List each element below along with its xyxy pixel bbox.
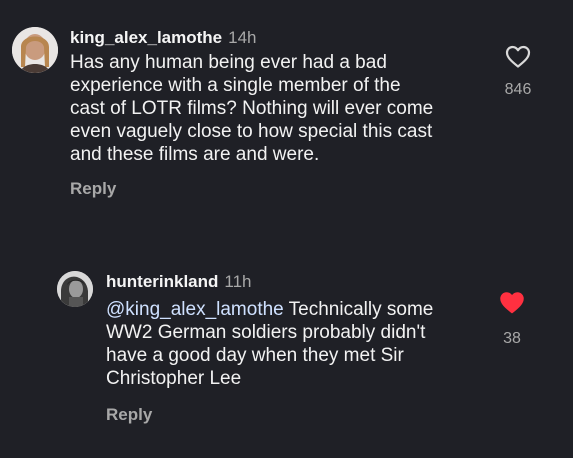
comment-line: cast of LOTR films? Nothing will ever co…: [70, 98, 434, 119]
comment-line: and these films are and were.: [70, 144, 320, 165]
like-button[interactable]: [505, 45, 531, 74]
timestamp: 11h: [224, 272, 252, 291]
comment-line: WW2 German soldiers probably didn't: [106, 322, 426, 343]
comment-text: @king_alex_lamothe Technically some WW2 …: [106, 298, 433, 390]
avatar-photo: [12, 27, 58, 73]
username[interactable]: king_alex_lamothe: [70, 28, 222, 47]
comment-header: king_alex_lamothe 14h: [70, 28, 257, 48]
comment-line: even vaguely close to how special this c…: [70, 121, 433, 142]
comment-line: have a good day when they met Sir: [106, 345, 404, 366]
reply-button[interactable]: Reply: [106, 405, 152, 425]
heart-outline-icon: [505, 45, 531, 68]
like-button[interactable]: [499, 291, 525, 320]
comment-line-rest: Technically some: [283, 299, 434, 320]
avatar-photo: [57, 271, 93, 307]
like-count: 846: [504, 81, 532, 98]
heart-filled-icon: [500, 292, 524, 314]
comment-line: @king_alex_lamothe Technically some: [106, 298, 433, 321]
comment-line: experience with a single member of the: [70, 75, 401, 96]
reply-button[interactable]: Reply: [70, 179, 116, 199]
comment-line: Has any human being ever had a bad: [70, 52, 387, 73]
mention-link[interactable]: @king_alex_lamothe: [106, 299, 284, 320]
comment-header: hunterinkland 11h: [106, 272, 252, 292]
like-count: 38: [503, 330, 521, 347]
comment-line: Christopher Lee: [106, 368, 242, 389]
username[interactable]: hunterinkland: [106, 272, 218, 291]
avatar[interactable]: [57, 271, 93, 307]
comment-text: Has any human being ever had a bad exper…: [70, 51, 433, 166]
timestamp: 14h: [228, 28, 257, 47]
avatar[interactable]: [12, 27, 58, 73]
